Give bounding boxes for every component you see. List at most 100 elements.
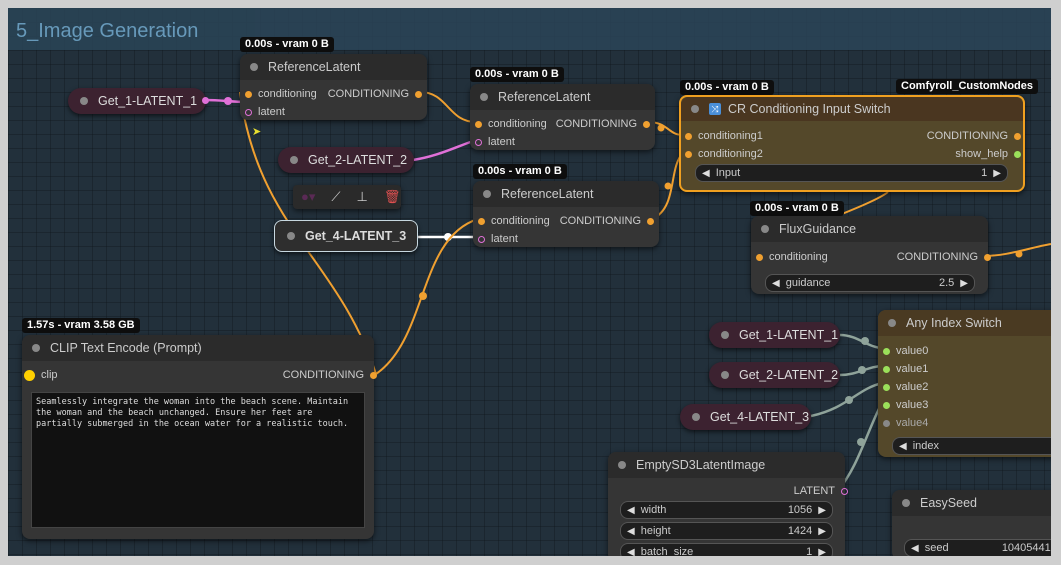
group-header[interactable]: 5_Image Generation [8,8,1051,50]
increment-arrow-icon[interactable]: ▶ [818,526,826,537]
get-latent-2-node-right[interactable]: Get_2-LATENT_2 [709,362,840,388]
socket-icon[interactable] [685,132,692,140]
socket-icon[interactable] [883,383,890,391]
conditioning-input[interactable]: conditioning [478,215,550,227]
decrement-arrow-icon[interactable]: ◀ [702,168,710,179]
collapse-dot-icon[interactable] [287,232,295,240]
empty-sd3-latent-image-node[interactable]: EmptySD3LatentImage LATENT ◀ width 1056 ▶ ◀… [608,452,848,557]
socket-icon[interactable] [685,150,692,158]
color-picker-icon[interactable]: ●▾ [301,189,315,205]
latent-output[interactable]: LATENT [794,485,848,497]
latent-input[interactable]: latent [475,136,515,148]
socket-icon[interactable] [883,347,890,355]
delete-icon[interactable]: 🗑 [384,189,401,205]
collapse-dot-icon[interactable] [721,331,729,339]
collapse-dot-icon[interactable] [290,156,298,164]
conditioning-input[interactable]: conditioning [245,88,317,100]
socket-icon[interactable] [475,138,482,146]
socket-icon[interactable] [1014,132,1021,140]
decrement-arrow-icon[interactable]: ◀ [772,278,780,289]
canvas[interactable]: 5_Image Generation Get_1-LATENT_1 Get_2-… [8,8,1051,556]
node-header[interactable]: CLIP Text Encode (Prompt) [22,335,374,361]
get-latent-3-node-selected[interactable]: Get_4-LATENT_3 [274,220,418,252]
latent-output-socket[interactable] [202,97,209,104]
value4-input[interactable]: value4 [883,417,928,429]
collapse-dot-icon[interactable] [483,190,491,198]
node-header[interactable]: ReferenceLatent [470,84,655,110]
collapse-dot-icon[interactable] [761,225,769,233]
any-index-switch-node[interactable]: Any Index Switch value0 value1 value2 va… [878,310,1051,457]
socket-icon[interactable] [841,487,848,495]
socket-icon[interactable] [1014,150,1021,158]
easyseed-node[interactable]: EasySeed ◀seed1040544154 [892,490,1051,556]
latent-input[interactable]: latent [245,106,285,118]
conditioning-input[interactable]: conditioning [756,251,828,263]
socket-icon[interactable] [756,253,763,261]
reference-latent-node-3[interactable]: ReferenceLatent conditioning latent COND… [473,181,659,247]
socket-icon[interactable] [475,120,482,128]
node-header[interactable]: Any Index Switch [878,310,1051,336]
width-number-widget[interactable]: ◀ width 1056 ▶ [620,501,833,519]
flux-guidance-node[interactable]: FluxGuidance conditioning CONDITIONING ◀… [751,216,991,294]
get-latent-3-node-right[interactable]: Get_4-LATENT_3 [680,404,811,430]
reference-latent-node-1[interactable]: ReferenceLatent conditioning latent COND… [240,54,427,120]
conditioning1-input[interactable]: conditioning1 [685,130,763,142]
clip-input[interactable]: clip [26,369,58,381]
decrement-arrow-icon[interactable]: ◀ [627,505,635,516]
collapse-dot-icon[interactable] [80,97,88,105]
node-header[interactable]: ⤨ CR Conditioning Input Switch [681,97,1023,121]
collapse-dot-icon[interactable] [691,105,699,113]
value2-input[interactable]: value2 [883,381,928,393]
node-header[interactable]: EasySeed [892,490,1051,516]
node-header[interactable]: ReferenceLatent [473,181,659,207]
socket-icon[interactable] [883,365,890,373]
height-number-widget[interactable]: ◀ height 1424 ▶ [620,522,833,540]
conditioning-output[interactable]: CONDITIONING [897,251,991,263]
collapse-dot-icon[interactable] [692,413,700,421]
collapse-dot-icon[interactable] [250,63,258,71]
socket-icon[interactable] [478,217,485,225]
prompt-textarea[interactable]: Seamlessly integrate the woman into the … [31,392,365,528]
value1-input[interactable]: value1 [883,363,928,375]
conditioning-output[interactable]: CONDITIONING [556,118,650,130]
value3-input[interactable]: value3 [883,399,928,411]
socket-icon[interactable] [984,253,991,261]
decrement-arrow-icon[interactable]: ◀ [899,441,907,452]
collapse-dot-icon[interactable] [888,319,896,327]
collapse-dot-icon[interactable] [721,371,729,379]
conditioning-output[interactable]: CONDITIONING [560,215,654,227]
seed-number-widget[interactable]: ◀seed1040544154 [904,539,1051,556]
increment-arrow-icon[interactable]: ▶ [960,278,968,289]
socket-icon[interactable] [415,90,422,98]
socket-icon[interactable] [883,401,890,409]
conditioning-output[interactable]: CONDITIONING [328,88,422,100]
socket-icon[interactable] [26,371,33,379]
collapse-dot-icon[interactable] [902,499,910,507]
pin-icon[interactable]: ⊥ [357,189,368,205]
input-number-widget[interactable]: ◀ Input 1 ▶ [695,164,1008,182]
cr-conditioning-input-switch-node[interactable]: ⤨ CR Conditioning Input Switch condition… [679,95,1025,192]
socket-icon[interactable] [647,217,654,225]
show-help-output[interactable]: show_help [955,148,1021,160]
value0-input[interactable]: value0 [883,345,928,357]
collapse-dot-icon[interactable] [618,461,626,469]
get-latent-2-node[interactable]: Get_2-LATENT_2 [278,147,414,173]
conditioning-input[interactable]: conditioning [475,118,547,130]
decrement-arrow-icon[interactable]: ◀ [911,543,919,554]
reference-latent-node-2[interactable]: ReferenceLatent conditioning latent COND… [470,84,655,150]
node-header[interactable]: EmptySD3LatentImage [608,452,845,478]
increment-arrow-icon[interactable]: ▶ [993,168,1001,179]
socket-icon[interactable] [883,419,890,427]
collapse-dot-icon[interactable] [480,93,488,101]
index-number-widget[interactable]: ◀ index [892,437,1051,455]
collapse-dot-icon[interactable] [32,344,40,352]
bypass-icon[interactable]: ⟋ [331,189,340,205]
latent-input[interactable]: latent [478,233,518,245]
guidance-number-widget[interactable]: ◀ guidance 2.5 ▶ [765,274,975,292]
increment-arrow-icon[interactable]: ▶ [818,547,826,557]
decrement-arrow-icon[interactable]: ◀ [627,547,635,557]
socket-icon[interactable] [478,235,485,243]
node-header[interactable]: ReferenceLatent [240,54,427,80]
socket-icon[interactable] [370,371,377,379]
socket-icon[interactable] [245,90,252,98]
